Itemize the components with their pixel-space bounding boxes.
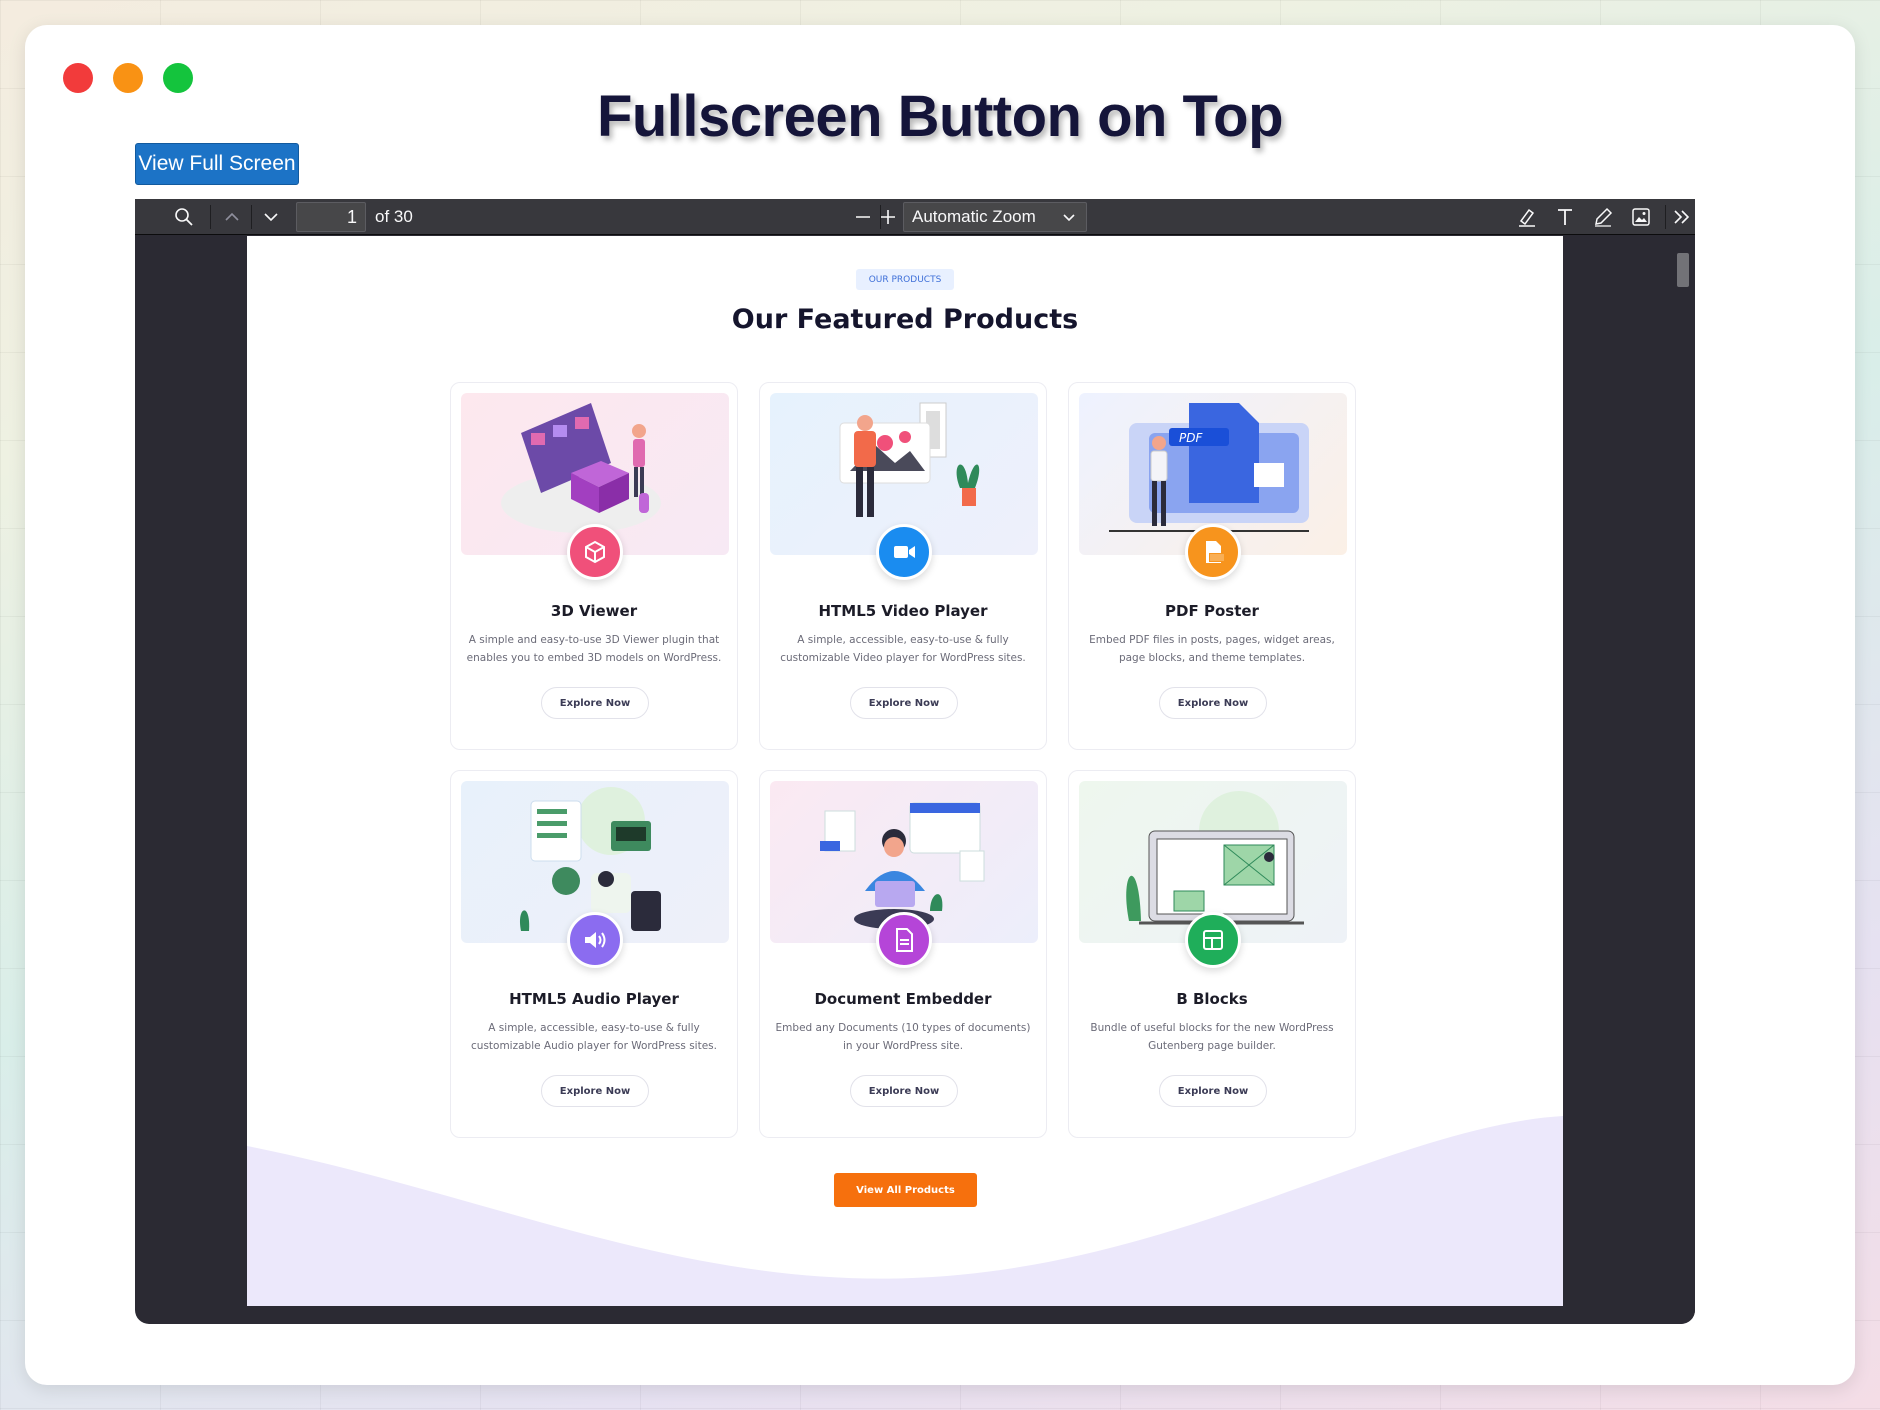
explore-now-button[interactable]: Explore Now: [850, 687, 958, 719]
product-title: PDF Poster: [1165, 602, 1259, 620]
text-icon[interactable]: [1553, 205, 1577, 229]
view-full-screen-button[interactable]: View Full Screen: [135, 143, 299, 185]
product-card-document-embedder: Document Embedder Embed any Documents (1…: [759, 770, 1047, 1138]
explore-now-button[interactable]: Explore Now: [541, 1075, 649, 1107]
zoom-select-value: Automatic Zoom: [912, 207, 1036, 226]
document-icon: [876, 912, 932, 968]
explore-now-button[interactable]: Explore Now: [1159, 1075, 1267, 1107]
previous-page-icon[interactable]: [220, 205, 244, 229]
product-title: Document Embedder: [814, 990, 992, 1008]
product-title: HTML5 Video Player: [818, 602, 988, 620]
page-number-input[interactable]: [296, 202, 366, 232]
blocks-icon: [1185, 912, 1241, 968]
product-card-3d-viewer: 3D Viewer A simple and easy-to-use 3D Vi…: [450, 382, 738, 750]
explore-now-button[interactable]: Explore Now: [850, 1075, 958, 1107]
product-card-html5-audio-player: HTML5 Audio Player A simple, accessible,…: [450, 770, 738, 1138]
tools-menu-icon[interactable]: [1670, 205, 1694, 229]
explore-now-button[interactable]: Explore Now: [541, 687, 649, 719]
product-description: Embed any Documents (10 types of documen…: [775, 1022, 1031, 1052]
pdf-illustration-label: PDF: [1179, 431, 1203, 445]
page-count-label: of 30: [375, 207, 413, 226]
video-camera-icon: [876, 524, 932, 580]
product-description: A simple, accessible, easy-to-use & full…: [780, 634, 1026, 664]
page-heading: Our Featured Products: [731, 304, 1079, 335]
pdf-viewer: of 30 Automatic Zoom: [135, 199, 1695, 1324]
pdf-page: OUR PRODUCTS Our Featured Products 3D Vi…: [247, 236, 1563, 1306]
product-description: Embed PDF files in posts, pages, widget …: [1089, 634, 1335, 664]
product-card-b-blocks: B Blocks Bundle of useful blocks for the…: [1068, 770, 1356, 1138]
product-description: Bundle of useful blocks for the new Word…: [1090, 1022, 1334, 1052]
highlight-icon[interactable]: [1515, 205, 1539, 229]
product-description: A simple, accessible, easy-to-use & full…: [471, 1022, 717, 1052]
search-icon[interactable]: [172, 205, 196, 229]
product-description: A simple and easy-to-use 3D Viewer plugi…: [466, 634, 722, 664]
product-title: HTML5 Audio Player: [509, 990, 679, 1008]
chevron-down-icon: [1062, 209, 1076, 229]
section-badge: OUR PRODUCTS: [856, 269, 954, 290]
pdf-toolbar: of 30 Automatic Zoom: [135, 199, 1695, 235]
window-title: Fullscreen Button on Top: [596, 84, 1284, 149]
view-all-products-button[interactable]: View All Products: [834, 1173, 977, 1207]
cube-icon: [567, 524, 623, 580]
image-icon[interactable]: [1629, 205, 1653, 229]
product-card-pdf-poster: PDF PDF Poster Embed PDF files in posts,…: [1068, 382, 1356, 750]
zoom-in-icon[interactable]: [876, 205, 900, 229]
product-title: 3D Viewer: [550, 602, 638, 620]
toolbar-separator: [251, 205, 252, 229]
next-page-icon[interactable]: [259, 205, 283, 229]
zoom-select[interactable]: Automatic Zoom: [903, 202, 1087, 232]
pdf-file-icon: [1185, 524, 1241, 580]
speaker-icon: [567, 912, 623, 968]
toolbar-separator: [1665, 205, 1666, 229]
scrollbar-thumb[interactable]: [1677, 253, 1689, 287]
product-title: B Blocks: [1176, 990, 1248, 1008]
vertical-scrollbar[interactable]: [1673, 235, 1695, 1324]
zoom-out-icon[interactable]: [851, 205, 875, 229]
draw-icon[interactable]: [1591, 205, 1615, 229]
product-card-html5-video-player: HTML5 Video Player A simple, accessible,…: [759, 382, 1047, 750]
explore-now-button[interactable]: Explore Now: [1159, 687, 1267, 719]
toolbar-separator: [210, 205, 211, 229]
